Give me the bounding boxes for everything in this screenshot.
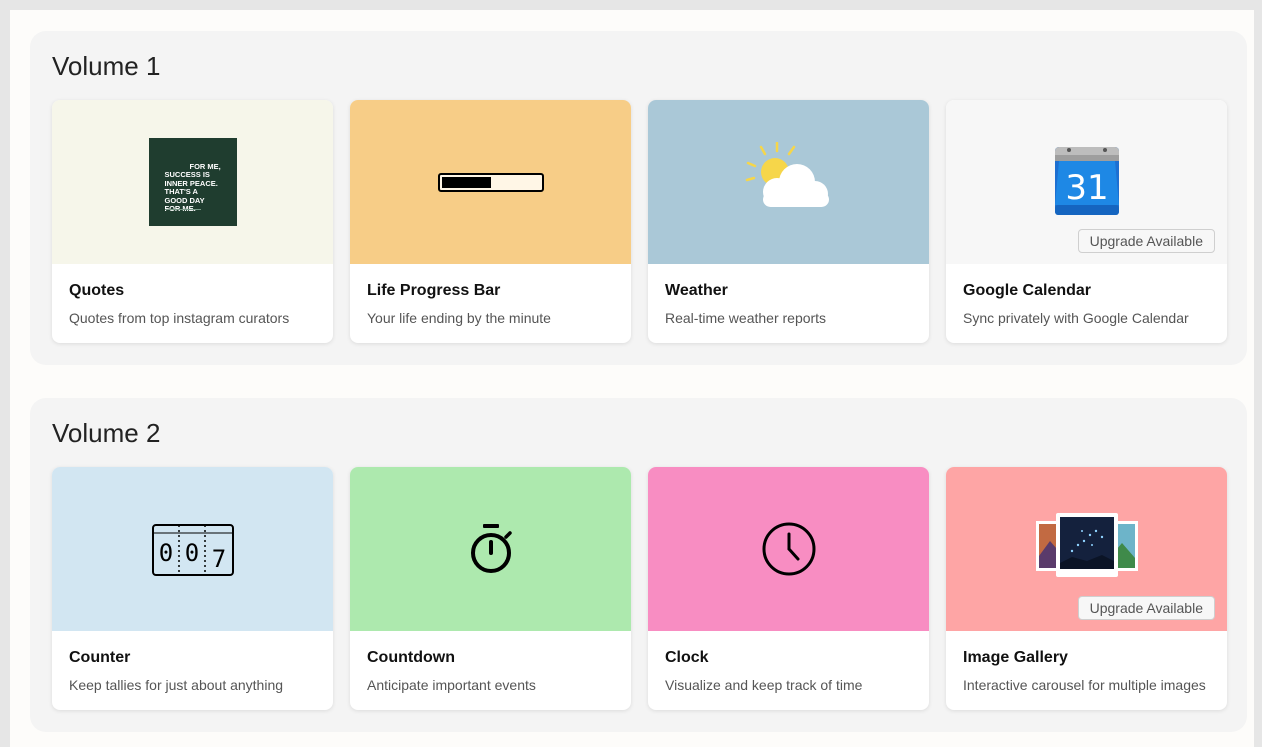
sun-cloud-icon [745, 142, 829, 207]
counter-digit: 0 [184, 539, 198, 567]
card-thumbnail [350, 467, 631, 631]
volume-title: Volume 1 [52, 51, 161, 81]
upgrade-badge[interactable]: Upgrade Available [1077, 596, 1215, 620]
progress-bar-fill [441, 176, 491, 188]
card-weather[interactable]: Weather Real-time weather reports [648, 100, 929, 343]
card-title: Weather [665, 282, 728, 299]
card-description: Your life ending by the minute [367, 310, 551, 326]
card-thumbnail [648, 467, 929, 631]
calendar-icon: 31 [1054, 147, 1119, 215]
card-image-gallery[interactable]: Upgrade Available Image Gallery Interact… [946, 467, 1227, 710]
counter-digit: 0 [158, 539, 172, 567]
card-description: Quotes from top instagram curators [69, 310, 290, 326]
card-thumbnail: 31 Upgrade Available [946, 100, 1227, 264]
card-description: Interactive carousel for multiple images [963, 677, 1206, 693]
card-clock[interactable]: Clock Visualize and keep track of time [648, 467, 929, 710]
counter-icon: 0 0 7 [151, 524, 234, 576]
card-countdown[interactable]: Countdown Anticipate important events [350, 467, 631, 710]
volume-2-section: Volume 2 0 0 7 Counter Keep tallies for … [30, 398, 1247, 732]
card-description: Sync privately with Google Calendar [963, 310, 1189, 326]
card-title: Countdown [367, 649, 455, 666]
card-title: Quotes [69, 282, 125, 299]
quote-image-icon: FOR ME, SUCCESS IS INNER PEACE. THAT'S A… [148, 138, 237, 226]
card-thumbnail: FOR ME, SUCCESS IS INNER PEACE. THAT'S A… [52, 100, 333, 264]
card-thumbnail [350, 100, 631, 264]
card-description: Anticipate important events [367, 677, 536, 693]
card-title: Life Progress Bar [367, 282, 501, 299]
counter-digit: 7 [211, 545, 225, 573]
progress-bar-icon [437, 172, 544, 192]
card-description: Real-time weather reports [665, 310, 827, 326]
page: Volume 1 FOR ME, SUCCESS IS INNER PEACE.… [10, 10, 1254, 747]
stopwatch-icon [470, 524, 512, 573]
card-title: Counter [69, 649, 131, 666]
card-life-progress-bar[interactable]: Life Progress Bar Your life ending by th… [350, 100, 631, 343]
quote-text: FOR ME, SUCCESS IS INNER PEACE. THAT'S A… [164, 161, 221, 213]
clock-icon [762, 522, 815, 576]
card-thumbnail: Upgrade Available [946, 467, 1227, 631]
card-thumbnail [648, 100, 929, 264]
volume-title: Volume 2 [52, 418, 161, 448]
card-title: Image Gallery [963, 649, 1068, 666]
gallery-icon [1035, 513, 1138, 577]
card-description: Visualize and keep track of time [665, 677, 863, 693]
calendar-day: 31 [1065, 168, 1108, 208]
card-description: Keep tallies for just about anything [69, 677, 284, 693]
volume-1-section: Volume 1 FOR ME, SUCCESS IS INNER PEACE.… [30, 31, 1247, 365]
card-counter[interactable]: 0 0 7 Counter Keep tallies for just abou… [52, 467, 333, 710]
card-thumbnail: 0 0 7 [52, 467, 333, 631]
card-title: Clock [665, 649, 709, 666]
card-title: Google Calendar [963, 282, 1092, 299]
card-google-calendar[interactable]: 31 Upgrade Available Google Calendar Syn… [946, 100, 1227, 343]
upgrade-badge[interactable]: Upgrade Available [1077, 229, 1215, 253]
card-quotes[interactable]: FOR ME, SUCCESS IS INNER PEACE. THAT'S A… [52, 100, 333, 343]
